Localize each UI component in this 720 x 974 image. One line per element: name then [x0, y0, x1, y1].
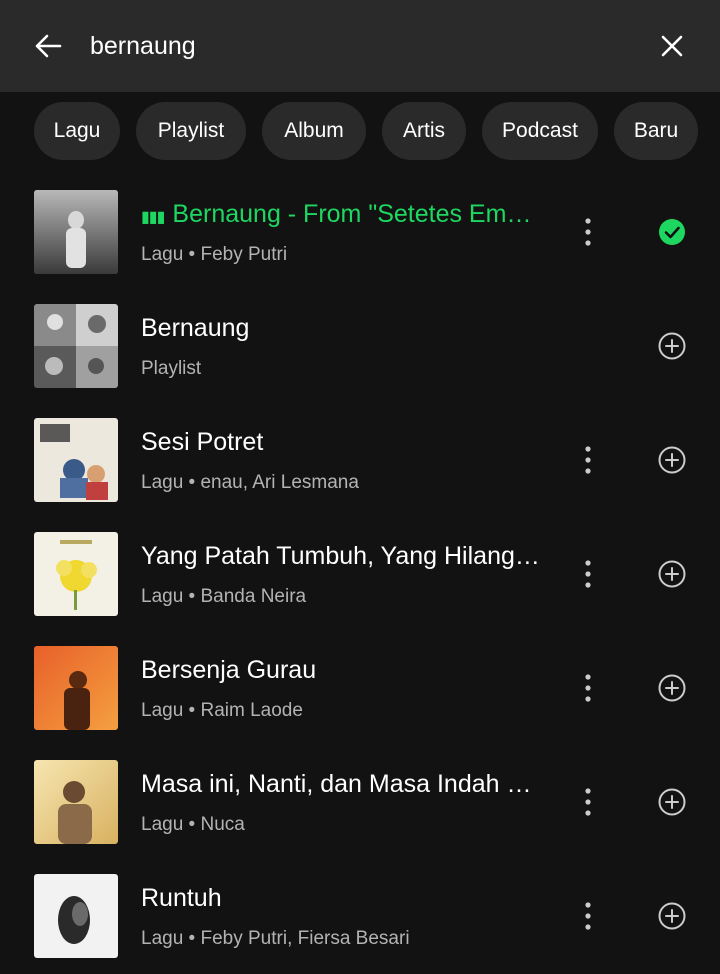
close-icon: [661, 35, 683, 57]
result-row[interactable]: Bersenja Gurau Lagu • Raim Laode: [0, 646, 720, 746]
more-vertical-icon: [585, 218, 591, 246]
add-icon: [658, 332, 686, 360]
more-options-button[interactable]: [574, 782, 602, 822]
more-options-button[interactable]: [574, 554, 602, 594]
chip-artis[interactable]: Artis: [382, 102, 466, 160]
check-icon: [659, 219, 685, 245]
add-button[interactable]: [654, 442, 690, 478]
result-row[interactable]: Sesi Potret Lagu • enau, Ari Lesmana: [0, 418, 720, 518]
add-icon: [658, 674, 686, 702]
add-icon: [658, 446, 686, 474]
arrow-left-icon: [35, 34, 62, 58]
more-vertical-icon: [585, 560, 591, 588]
equalizer-icon: ▮▮▮: [141, 209, 165, 226]
result-title: Runtuh: [141, 884, 222, 912]
search-input[interactable]: [90, 28, 630, 64]
result-title: Masa ini, Nanti, dan Masa Indah Lainnya: [141, 770, 541, 798]
chip-lagu[interactable]: Lagu: [34, 102, 120, 160]
result-row[interactable]: Yang Patah Tumbuh, Yang Hilang Berganti …: [0, 532, 720, 632]
result-subtitle: Lagu • Feby Putri, Fiersa Besari: [141, 928, 410, 949]
added-button[interactable]: [654, 214, 690, 250]
filter-chips: Lagu Playlist Album Artis Podcast Baru: [0, 100, 720, 162]
more-options-button[interactable]: [574, 896, 602, 936]
result-title: Bernaung: [141, 314, 250, 342]
result-row[interactable]: ▮▮▮ Bernaung - From "Setetes Embun" Lagu …: [0, 190, 720, 290]
add-icon: [658, 902, 686, 930]
chip-podcast[interactable]: Podcast: [482, 102, 598, 160]
cover-art: [34, 874, 118, 958]
cover-art: [34, 760, 118, 844]
search-header: [0, 0, 720, 92]
add-icon: [658, 560, 686, 588]
more-options-button[interactable]: [574, 212, 602, 252]
result-title: ▮▮▮ Bernaung - From "Setetes Embun": [141, 200, 541, 228]
add-button[interactable]: [654, 898, 690, 934]
cover-art: [34, 418, 118, 502]
result-subtitle: Playlist: [141, 358, 202, 379]
cover-art: [34, 532, 118, 616]
chip-album[interactable]: Album: [262, 102, 366, 160]
add-button[interactable]: [654, 328, 690, 364]
result-title: Bersenja Gurau: [141, 656, 317, 684]
more-vertical-icon: [585, 446, 591, 474]
chip-playlist[interactable]: Playlist: [136, 102, 246, 160]
add-button[interactable]: [654, 556, 690, 592]
cover-art: [34, 646, 118, 730]
result-subtitle: Lagu • Nuca: [141, 814, 245, 835]
clear-search-button[interactable]: [654, 28, 690, 64]
result-subtitle: Lagu • Feby Putri: [141, 244, 288, 265]
result-title: Sesi Potret: [141, 428, 264, 456]
more-vertical-icon: [585, 674, 591, 702]
back-button[interactable]: [30, 28, 66, 64]
chip-baru[interactable]: Baru: [614, 102, 698, 160]
more-vertical-icon: [585, 788, 591, 816]
add-button[interactable]: [654, 670, 690, 706]
result-subtitle: Lagu • enau, Ari Lesmana: [141, 472, 359, 493]
more-options-button[interactable]: [574, 440, 602, 480]
result-title: Yang Patah Tumbuh, Yang Hilang Berganti: [141, 542, 541, 570]
more-options-button[interactable]: [574, 668, 602, 708]
result-row[interactable]: Masa ini, Nanti, dan Masa Indah Lainnya …: [0, 760, 720, 860]
more-vertical-icon: [585, 902, 591, 930]
cover-art: [34, 190, 118, 274]
result-row[interactable]: Runtuh Lagu • Feby Putri, Fiersa Besari: [0, 874, 720, 974]
cover-art: [34, 304, 118, 388]
result-subtitle: Lagu • Banda Neira: [141, 586, 307, 607]
add-button[interactable]: [654, 784, 690, 820]
result-subtitle: Lagu • Raim Laode: [141, 700, 303, 721]
add-icon: [658, 788, 686, 816]
result-row[interactable]: Bernaung Playlist: [0, 304, 720, 404]
